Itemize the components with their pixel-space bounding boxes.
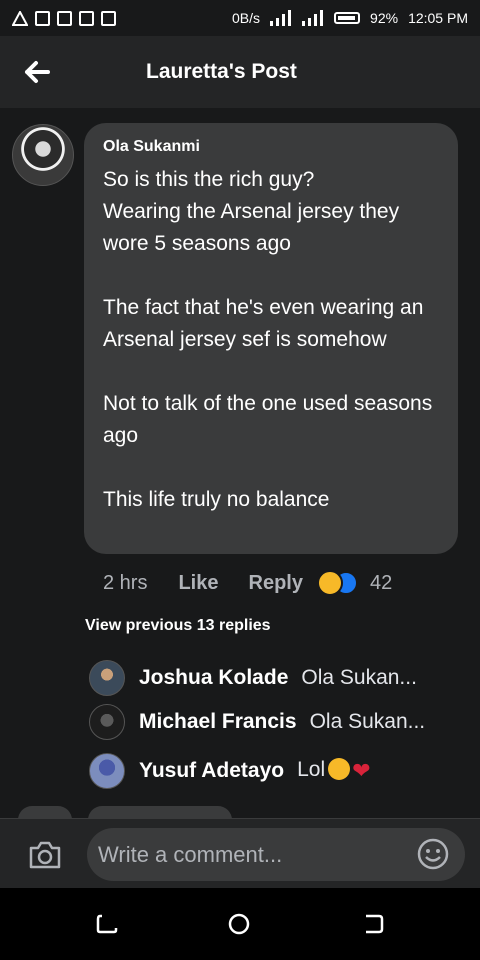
comment-actions: 2 hrs Like Reply 42 [103, 568, 392, 598]
network-speed: 0B/s [232, 10, 261, 26]
reply-text-content: Lol [297, 758, 326, 781]
back-nav-icon[interactable] [362, 913, 384, 935]
system-nav-bar [0, 888, 480, 960]
like-button[interactable]: Like [178, 572, 218, 595]
arrow-left-icon[interactable] [22, 58, 50, 86]
comment-placeholder: Write a comment... [98, 842, 283, 867]
reply-author[interactable]: Yusuf Adetayo [139, 759, 284, 783]
reactions[interactable] [316, 570, 358, 596]
message-icon [35, 10, 50, 26]
broken-heart-icon: ❤ [352, 758, 371, 783]
battery-icon [334, 12, 361, 24]
battery-percent: 92% [370, 10, 399, 26]
rofl-emoji-icon [328, 758, 351, 780]
camera-icon[interactable] [27, 839, 63, 871]
home-icon[interactable] [228, 913, 250, 935]
comment-author[interactable]: Ola Sukanmi [103, 138, 200, 156]
avatar[interactable] [89, 753, 125, 789]
haha-icon [316, 570, 343, 596]
avatar[interactable] [89, 704, 125, 740]
post-header: Lauretta's Post [0, 36, 480, 108]
view-previous-replies[interactable]: View previous 13 replies [85, 617, 271, 635]
comment-bubble[interactable]: Ola Sukanmi So is this the rich guy? Wea… [84, 123, 458, 554]
status-icons-left [12, 10, 116, 26]
avatar[interactable] [12, 124, 74, 186]
reply-author[interactable]: Michael Francis [139, 710, 297, 734]
reply-text: Ola Sukan... [301, 666, 417, 689]
signal-3g-icon [302, 10, 324, 26]
list-item[interactable]: Michael Francis Ola Sukan... [89, 704, 425, 740]
smiley-icon[interactable] [417, 838, 449, 870]
status-icons-right: 0B/s 92% 12:05 PM [232, 10, 468, 26]
page-title: Lauretta's Post [146, 60, 297, 83]
clock: 12:05 PM [408, 10, 468, 26]
reply-text: Ola Sukan... [309, 710, 426, 733]
comment-time: 2 hrs [103, 571, 148, 594]
comment-input[interactable]: Write a comment... [87, 828, 465, 881]
battery-saver-icon [79, 10, 94, 26]
reaction-count[interactable]: 42 [370, 572, 392, 595]
recent-apps-icon[interactable] [96, 913, 118, 935]
list-item[interactable]: Joshua Kolade Ola Sukan... [89, 660, 417, 696]
list-item[interactable]: Yusuf Adetayo Lol ❤ [89, 753, 371, 789]
reply-author[interactable]: Joshua Kolade [139, 666, 288, 690]
reply-text: Lol ❤ [297, 758, 371, 784]
activity-icon [101, 10, 116, 26]
signal-icon [270, 10, 292, 26]
comment-composer: Write a comment... [0, 818, 480, 889]
comment-text: So is this the rich guy? Wearing the Ars… [103, 168, 433, 511]
warning-icon [12, 10, 28, 26]
status-bar: 0B/s 92% 12:05 PM [0, 0, 480, 36]
reply-button[interactable]: Reply [249, 572, 303, 595]
cast-icon [57, 10, 72, 26]
avatar[interactable] [89, 660, 125, 696]
